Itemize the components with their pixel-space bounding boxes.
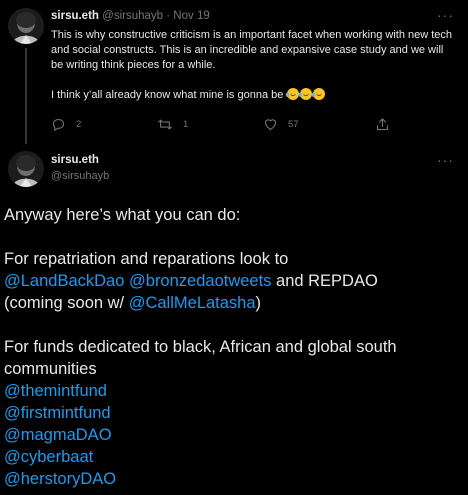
rolling-on-floor-laughing-emoji xyxy=(299,88,313,100)
avatar[interactable] xyxy=(8,151,44,187)
display-name[interactable]: sirsu.eth xyxy=(51,10,99,22)
tweet-line: @LandBackDao @bronzedaotweets and REPDAO xyxy=(4,270,464,292)
handle[interactable]: @sirsuhayb xyxy=(51,170,109,182)
like-button[interactable]: 57 xyxy=(263,117,299,132)
mention-link[interactable]: @themintfund xyxy=(4,380,464,402)
mention-link[interactable]: @herstoryDAO xyxy=(4,468,464,490)
share-icon xyxy=(376,118,389,131)
tweet-text-fragment: ) xyxy=(255,294,262,312)
separator: · xyxy=(166,10,171,22)
like-count: 57 xyxy=(288,119,299,130)
mention-link[interactable]: @bronzedaotweets xyxy=(129,272,271,290)
handle[interactable]: @sirsuhayb xyxy=(102,10,163,22)
mention-link[interactable]: @magmaDAO xyxy=(4,424,464,446)
tweet-paragraph: I think y’all already know what mine is … xyxy=(51,88,456,103)
mention-link[interactable]: @LandBackDao xyxy=(4,272,124,290)
reply-icon xyxy=(52,118,65,131)
tweet-text: This is why constructive criticism is an… xyxy=(51,28,456,103)
tweet-line: For funds dedicated to black, African an… xyxy=(4,338,397,356)
mention-link[interactable]: @firstmintfund xyxy=(4,402,464,424)
mention-link[interactable]: @cyberbaat xyxy=(4,446,464,468)
mention-link[interactable]: @CallMeLatasha xyxy=(129,294,256,312)
tweet-line: (coming soon w/ @CallMeLatasha) xyxy=(4,292,464,314)
reply-button[interactable]: 2 xyxy=(51,117,81,132)
tweet-header: sirsu.eth @sirsuhayb · Nov 19 xyxy=(51,10,210,22)
more-icon[interactable]: ··· xyxy=(437,153,454,167)
reply-count: 2 xyxy=(76,119,82,130)
retweet-button[interactable]: 1 xyxy=(157,117,188,132)
like-icon xyxy=(264,119,277,131)
timestamp[interactable]: Nov 19 xyxy=(173,10,209,22)
tweet-focused-header: sirsu.eth @sirsuhayb ··· xyxy=(0,145,468,193)
rolling-on-floor-laughing-emoji xyxy=(312,88,326,100)
avatar[interactable] xyxy=(8,8,44,44)
tweet-parent[interactable]: sirsu.eth @sirsuhayb · Nov 19 ··· This i… xyxy=(0,0,468,144)
retweet-count: 1 xyxy=(183,119,189,130)
tweet-line: For repatriation and reparations look to xyxy=(4,250,289,268)
thread-connector-line xyxy=(25,48,27,144)
rolling-on-floor-laughing-emoji xyxy=(286,88,300,100)
tweet-paragraph: This is why constructive criticism is an… xyxy=(51,29,453,71)
tweet-paragraph-text: I think y’all already know what mine is … xyxy=(51,89,284,101)
tweet-actions: 2 1 57 xyxy=(51,117,401,133)
tweet-text-fragment: (coming soon w/ xyxy=(4,294,129,312)
tweet-text: Anyway here’s what you can do: For repat… xyxy=(4,204,464,490)
more-icon[interactable]: ··· xyxy=(437,8,454,22)
display-name[interactable]: sirsu.eth xyxy=(51,154,99,166)
share-button[interactable] xyxy=(375,117,400,132)
retweet-icon xyxy=(158,119,172,130)
tweet-line: communities xyxy=(4,360,97,378)
tweet-line: Anyway here’s what you can do: xyxy=(4,206,241,224)
tweet-text-fragment: and REPDAO xyxy=(271,272,378,290)
